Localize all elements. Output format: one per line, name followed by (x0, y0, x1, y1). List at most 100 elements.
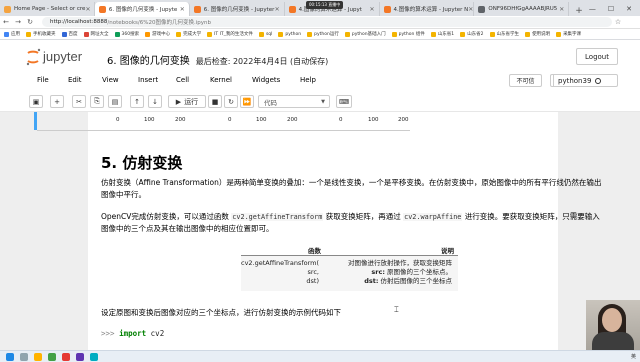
bookmark[interactable]: IT IT_我的生活文件 (207, 31, 253, 37)
reload-icon[interactable]: ↻ (24, 18, 36, 26)
menu-help[interactable]: Help (300, 76, 316, 84)
command-palette-button[interactable]: ⌨ (336, 95, 352, 108)
output-border (37, 130, 410, 131)
chrome-icon[interactable] (48, 352, 56, 361)
bookmark-favicon-icon (145, 31, 151, 37)
tick-label: 0 (228, 117, 232, 123)
tick-label: 0 (116, 117, 120, 123)
app-icon[interactable] (76, 352, 84, 361)
section-heading: 5. 仿射变换 (101, 154, 183, 172)
tab-favicon-icon (288, 5, 296, 13)
search-icon[interactable] (20, 352, 28, 361)
tab-close-icon[interactable]: ✕ (275, 6, 280, 13)
cell-type-select[interactable]: 代码 ▼ (258, 95, 330, 108)
notebook-area: 0 100 200 0 100 200 0 100 200 5. 仿射变换 仿射… (0, 112, 640, 350)
tab-close-icon[interactable]: ✕ (180, 6, 185, 13)
bookmark[interactable]: python基础入门 (344, 31, 386, 37)
kernel-indicator[interactable]: python39 (550, 74, 618, 87)
tick-label: 100 (256, 117, 267, 123)
save-button[interactable]: ▣ (29, 95, 43, 108)
app-icon[interactable] (90, 352, 98, 361)
bookmark[interactable]: 百度 (61, 31, 78, 37)
menu-view[interactable]: View (102, 76, 119, 84)
bookmark[interactable]: sql (258, 31, 272, 37)
folder-icon[interactable] (34, 352, 42, 361)
browser-tab[interactable]: 6. 图像的几何变换 - Jupyter ✕ (190, 2, 285, 16)
insert-cell-button[interactable]: + (50, 95, 64, 108)
jupyter-logo[interactable]: jupyter (25, 48, 105, 66)
new-tab-button[interactable]: + (569, 6, 589, 16)
bookmark[interactable]: 完成大学 (176, 31, 201, 37)
restart-button[interactable]: ↻ (224, 95, 238, 108)
forward-icon[interactable]: → (12, 18, 24, 26)
input-method-indicator[interactable]: 英 (631, 353, 636, 360)
keyboard-icon: ⌨ (338, 97, 350, 106)
bookmark[interactable]: 山东省学生 (489, 31, 519, 37)
move-up-button[interactable]: ↑ (130, 95, 144, 108)
url-field[interactable]: http://localhost:8888/notebooks/6%20图像的几… (42, 17, 612, 27)
maximize-icon[interactable]: ☐ (608, 5, 614, 13)
tab-close-icon[interactable]: ✕ (559, 6, 564, 13)
code-line[interactable]: >>> import cv2 (101, 329, 164, 338)
back-icon[interactable]: ← (0, 18, 12, 26)
bookmark[interactable]: 山东省1 (430, 31, 454, 37)
menu-insert[interactable]: Insert (138, 76, 158, 84)
trusted-indicator[interactable]: 不可信 (509, 74, 542, 87)
browser-tab-active[interactable]: 6. 图像的几何变换 - Jupyte ✕ (94, 2, 190, 16)
window-controls: — ☐ ✕ (589, 2, 640, 16)
folder-icon (278, 31, 284, 37)
bookmark[interactable]: 使用说明 (525, 31, 550, 37)
bookmark[interactable]: 手机收藏夹 (26, 31, 56, 37)
paragraph-intro: 仿射变换（Affine Transformation）是两种简单变换的叠加：一个… (101, 178, 602, 199)
notebook-title[interactable]: 6. 图像的几何变换 最后检查: 2022年4月4日 (自动保存) (107, 52, 328, 67)
tab-favicon-icon (193, 5, 201, 13)
notebook-toolbar: ▣ + ✂ ⎘ ▤ ↑ ↓ ▶ 运行 ■ ↻ ⏩ 代码 ▼ ⌨ (0, 92, 640, 112)
inline-code: cv2.warpAffine (403, 213, 463, 221)
move-down-button[interactable]: ↓ (148, 95, 162, 108)
restart-run-all-button[interactable]: ⏩ (240, 95, 254, 108)
table-row: cv2.getAffineTransform( src, dst) 对图像进行放… (241, 256, 458, 291)
output-collapse-bar[interactable] (34, 112, 37, 130)
close-window-icon[interactable]: ✕ (626, 5, 632, 13)
presenter-shirt (592, 332, 634, 350)
copy-button[interactable]: ⎘ (90, 95, 104, 108)
run-button[interactable]: ▶ 运行 (168, 95, 206, 108)
browser-tab[interactable]: ONF96DHfGgAAAABJRU5 ✕ (474, 2, 570, 16)
chevron-down-icon: ▼ (321, 98, 325, 105)
folder-icon (489, 31, 495, 37)
folder-icon (430, 31, 436, 37)
start-icon[interactable] (6, 352, 14, 361)
menu-kernel[interactable]: Kernel (210, 76, 232, 84)
tab-close-icon[interactable]: ✕ (468, 6, 473, 13)
menu-cell[interactable]: Cell (176, 76, 189, 84)
interrupt-button[interactable]: ■ (208, 95, 222, 108)
menu-edit[interactable]: Edit (68, 76, 82, 84)
tick-label: 100 (368, 117, 379, 123)
bookmark[interactable]: 360搜索 (114, 31, 139, 37)
bookmark[interactable]: 采集字课 (556, 31, 581, 37)
logout-button[interactable]: Logout (576, 48, 618, 65)
bookmark[interactable]: 应用 (4, 31, 20, 37)
paste-icon: ▤ (111, 97, 119, 106)
fast-forward-icon: ⏩ (242, 97, 252, 106)
folder-icon (258, 31, 264, 37)
minimize-icon[interactable]: — (589, 5, 596, 13)
cut-button[interactable]: ✂ (72, 95, 86, 108)
app-icon[interactable] (62, 352, 70, 361)
bookmark[interactable]: 游戏中心 (145, 31, 170, 37)
bookmark[interactable]: python运行 (307, 31, 339, 37)
browser-tab[interactable]: Home Page - Select or cre ✕ (0, 2, 95, 16)
browser-tab[interactable]: 4.图像的算术运算 - Jupyter N ✕ (380, 2, 475, 16)
table-header: 函数 说明 (241, 245, 458, 256)
bookmark[interactable]: 山东省2 (460, 31, 484, 37)
star-icon[interactable]: ☆ (612, 18, 624, 26)
bookmark[interactable]: python 组件 (391, 31, 425, 37)
tab-close-icon[interactable]: ✕ (85, 6, 90, 13)
menu-file[interactable]: File (37, 76, 49, 84)
bookmark[interactable]: python (278, 31, 301, 37)
paste-button[interactable]: ▤ (108, 95, 122, 108)
tab-close-icon[interactable]: ✕ (369, 6, 374, 13)
bookmarks-bar: 应用 手机收藏夹 百度 网址大全 360搜索 游戏中心 完成大学 IT IT_我… (0, 29, 640, 40)
bookmark[interactable]: 网址大全 (83, 31, 109, 37)
menu-widgets[interactable]: Widgets (252, 76, 280, 84)
